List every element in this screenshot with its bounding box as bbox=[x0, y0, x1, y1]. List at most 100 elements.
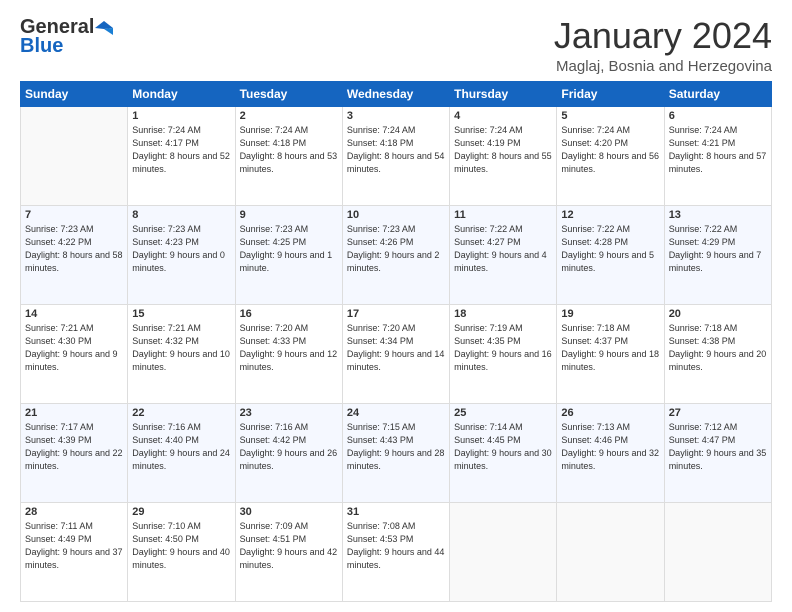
col-wednesday: Wednesday bbox=[342, 81, 449, 106]
day-info: Sunrise: 7:24 AMSunset: 4:19 PMDaylight:… bbox=[454, 124, 552, 176]
calendar-cell: 6 Sunrise: 7:24 AMSunset: 4:21 PMDaylight… bbox=[664, 106, 771, 205]
day-info: Sunrise: 7:22 AMSunset: 4:27 PMDaylight:… bbox=[454, 223, 552, 275]
calendar-cell: 7Sunrise: 7:23 AMSunset: 4:22 PMDaylight… bbox=[21, 205, 128, 304]
day-number: 13 bbox=[669, 209, 767, 221]
calendar-cell: 21 Sunrise: 7:17 AMSunset: 4:39 PMDayligh… bbox=[21, 403, 128, 502]
day-info: Sunrise: 7:09 AMSunset: 4:51 PMDaylight:… bbox=[240, 520, 338, 572]
col-friday: Friday bbox=[557, 81, 664, 106]
day-number: 2 bbox=[240, 110, 338, 122]
day-info: Sunrise: 7:24 AMSunset: 4:21 PMDaylight:… bbox=[669, 124, 767, 176]
calendar-cell: 3Sunrise: 7:24 AMSunset: 4:18 PMDaylight… bbox=[342, 106, 449, 205]
day-info: Sunrise: 7:19 AMSunset: 4:35 PMDaylight:… bbox=[454, 322, 552, 374]
day-number: 4 bbox=[454, 110, 552, 122]
calendar-cell bbox=[450, 502, 557, 601]
day-number: 11 bbox=[454, 209, 552, 221]
calendar-cell: 29Sunrise: 7:10 AMSunset: 4:50 PMDayligh… bbox=[128, 502, 235, 601]
day-info: Sunrise: 7:21 AMSunset: 4:30 PMDaylight:… bbox=[25, 322, 123, 374]
calendar-cell: 19Sunrise: 7:18 AMSunset: 4:37 PMDayligh… bbox=[557, 304, 664, 403]
day-info: Sunrise: 7:08 AMSunset: 4:53 PMDaylight:… bbox=[347, 520, 445, 572]
day-info: Sunrise: 7:23 AMSunset: 4:26 PMDaylight:… bbox=[347, 223, 445, 275]
logo-blue: Blue bbox=[20, 35, 63, 58]
day-number: 6 bbox=[669, 110, 767, 122]
day-number: 29 bbox=[132, 506, 230, 518]
day-number: 28 bbox=[25, 506, 123, 518]
day-number: 20 bbox=[669, 308, 767, 320]
day-number: 30 bbox=[240, 506, 338, 518]
day-number: 19 bbox=[561, 308, 659, 320]
col-tuesday: Tuesday bbox=[235, 81, 342, 106]
day-info: Sunrise: 7:23 AMSunset: 4:22 PMDaylight:… bbox=[25, 223, 123, 275]
day-info: Sunrise: 7:24 AMSunset: 4:18 PMDaylight:… bbox=[240, 124, 338, 176]
day-info: Sunrise: 7:15 AMSunset: 4:43 PMDaylight:… bbox=[347, 421, 445, 473]
day-info: Sunrise: 7:24 AMSunset: 4:17 PMDaylight:… bbox=[132, 124, 230, 176]
calendar-cell: 13 Sunrise: 7:22 AMSunset: 4:29 PMDayligh… bbox=[664, 205, 771, 304]
calendar-cell: 9Sunrise: 7:23 AMSunset: 4:25 PMDaylight… bbox=[235, 205, 342, 304]
calendar-week-4: 21 Sunrise: 7:17 AMSunset: 4:39 PMDayligh… bbox=[21, 403, 772, 502]
day-info: Sunrise: 7:23 AMSunset: 4:23 PMDaylight:… bbox=[132, 223, 230, 275]
calendar-cell: 15 Sunrise: 7:21 AMSunset: 4:32 PMDayligh… bbox=[128, 304, 235, 403]
calendar-cell: 24Sunrise: 7:15 AMSunset: 4:43 PMDayligh… bbox=[342, 403, 449, 502]
day-info: Sunrise: 7:18 AMSunset: 4:38 PMDaylight:… bbox=[669, 322, 767, 374]
day-number: 5 bbox=[561, 110, 659, 122]
calendar-cell: 10 Sunrise: 7:23 AMSunset: 4:26 PMDayligh… bbox=[342, 205, 449, 304]
calendar-cell: 1 Sunrise: 7:24 AMSunset: 4:17 PMDaylight… bbox=[128, 106, 235, 205]
calendar-cell: 14 Sunrise: 7:21 AMSunset: 4:30 PMDayligh… bbox=[21, 304, 128, 403]
day-info: Sunrise: 7:22 AMSunset: 4:28 PMDaylight:… bbox=[561, 223, 659, 275]
col-saturday: Saturday bbox=[664, 81, 771, 106]
calendar-cell: 27 Sunrise: 7:12 AMSunset: 4:47 PMDayligh… bbox=[664, 403, 771, 502]
calendar-cell: 20 Sunrise: 7:18 AMSunset: 4:38 PMDayligh… bbox=[664, 304, 771, 403]
page: General Blue January 2024 Maglaj, Bosnia… bbox=[0, 0, 792, 612]
day-number: 18 bbox=[454, 308, 552, 320]
title-block: January 2024 Maglaj, Bosnia and Herzegov… bbox=[554, 16, 772, 75]
col-thursday: Thursday bbox=[450, 81, 557, 106]
day-info: Sunrise: 7:22 AMSunset: 4:29 PMDaylight:… bbox=[669, 223, 767, 275]
day-number: 22 bbox=[132, 407, 230, 419]
calendar-cell: 25Sunrise: 7:14 AMSunset: 4:45 PMDayligh… bbox=[450, 403, 557, 502]
month-title: January 2024 bbox=[554, 16, 772, 56]
day-number: 23 bbox=[240, 407, 338, 419]
col-monday: Monday bbox=[128, 81, 235, 106]
day-info: Sunrise: 7:13 AMSunset: 4:46 PMDaylight:… bbox=[561, 421, 659, 473]
day-info: Sunrise: 7:24 AMSunset: 4:18 PMDaylight:… bbox=[347, 124, 445, 176]
calendar-cell: 17 Sunrise: 7:20 AMSunset: 4:34 PMDayligh… bbox=[342, 304, 449, 403]
calendar-cell: 30 Sunrise: 7:09 AMSunset: 4:51 PMDayligh… bbox=[235, 502, 342, 601]
day-number: 26 bbox=[561, 407, 659, 419]
day-number: 25 bbox=[454, 407, 552, 419]
day-number: 15 bbox=[132, 308, 230, 320]
day-info: Sunrise: 7:16 AMSunset: 4:42 PMDaylight:… bbox=[240, 421, 338, 473]
logo: General Blue bbox=[20, 16, 113, 58]
day-info: Sunrise: 7:16 AMSunset: 4:40 PMDaylight:… bbox=[132, 421, 230, 473]
day-info: Sunrise: 7:20 AMSunset: 4:33 PMDaylight:… bbox=[240, 322, 338, 374]
day-number: 27 bbox=[669, 407, 767, 419]
day-number: 14 bbox=[25, 308, 123, 320]
calendar-cell: 31Sunrise: 7:08 AMSunset: 4:53 PMDayligh… bbox=[342, 502, 449, 601]
calendar-cell: 8Sunrise: 7:23 AMSunset: 4:23 PMDaylight… bbox=[128, 205, 235, 304]
day-number: 17 bbox=[347, 308, 445, 320]
day-number: 12 bbox=[561, 209, 659, 221]
day-number: 21 bbox=[25, 407, 123, 419]
day-info: Sunrise: 7:20 AMSunset: 4:34 PMDaylight:… bbox=[347, 322, 445, 374]
logo-bird-icon bbox=[95, 19, 113, 37]
day-info: Sunrise: 7:23 AMSunset: 4:25 PMDaylight:… bbox=[240, 223, 338, 275]
calendar-cell bbox=[21, 106, 128, 205]
day-number: 10 bbox=[347, 209, 445, 221]
header: General Blue January 2024 Maglaj, Bosnia… bbox=[20, 16, 772, 75]
calendar: Sunday Monday Tuesday Wednesday Thursday… bbox=[20, 81, 772, 602]
day-number: 16 bbox=[240, 308, 338, 320]
day-info: Sunrise: 7:17 AMSunset: 4:39 PMDaylight:… bbox=[25, 421, 123, 473]
day-info: Sunrise: 7:11 AMSunset: 4:49 PMDaylight:… bbox=[25, 520, 123, 572]
day-info: Sunrise: 7:12 AMSunset: 4:47 PMDaylight:… bbox=[669, 421, 767, 473]
calendar-week-1: 1 Sunrise: 7:24 AMSunset: 4:17 PMDaylight… bbox=[21, 106, 772, 205]
calendar-cell: 11 Sunrise: 7:22 AMSunset: 4:27 PMDayligh… bbox=[450, 205, 557, 304]
calendar-cell: 23 Sunrise: 7:16 AMSunset: 4:42 PMDayligh… bbox=[235, 403, 342, 502]
calendar-week-2: 7Sunrise: 7:23 AMSunset: 4:22 PMDaylight… bbox=[21, 205, 772, 304]
calendar-cell: 28 Sunrise: 7:11 AMSunset: 4:49 PMDayligh… bbox=[21, 502, 128, 601]
calendar-cell: 5Sunrise: 7:24 AMSunset: 4:20 PMDaylight… bbox=[557, 106, 664, 205]
day-info: Sunrise: 7:21 AMSunset: 4:32 PMDaylight:… bbox=[132, 322, 230, 374]
calendar-cell: 22 Sunrise: 7:16 AMSunset: 4:40 PMDayligh… bbox=[128, 403, 235, 502]
calendar-cell: 26 Sunrise: 7:13 AMSunset: 4:46 PMDayligh… bbox=[557, 403, 664, 502]
col-sunday: Sunday bbox=[21, 81, 128, 106]
location-title: Maglaj, Bosnia and Herzegovina bbox=[554, 58, 772, 75]
day-number: 1 bbox=[132, 110, 230, 122]
calendar-header-row: Sunday Monday Tuesday Wednesday Thursday… bbox=[21, 81, 772, 106]
